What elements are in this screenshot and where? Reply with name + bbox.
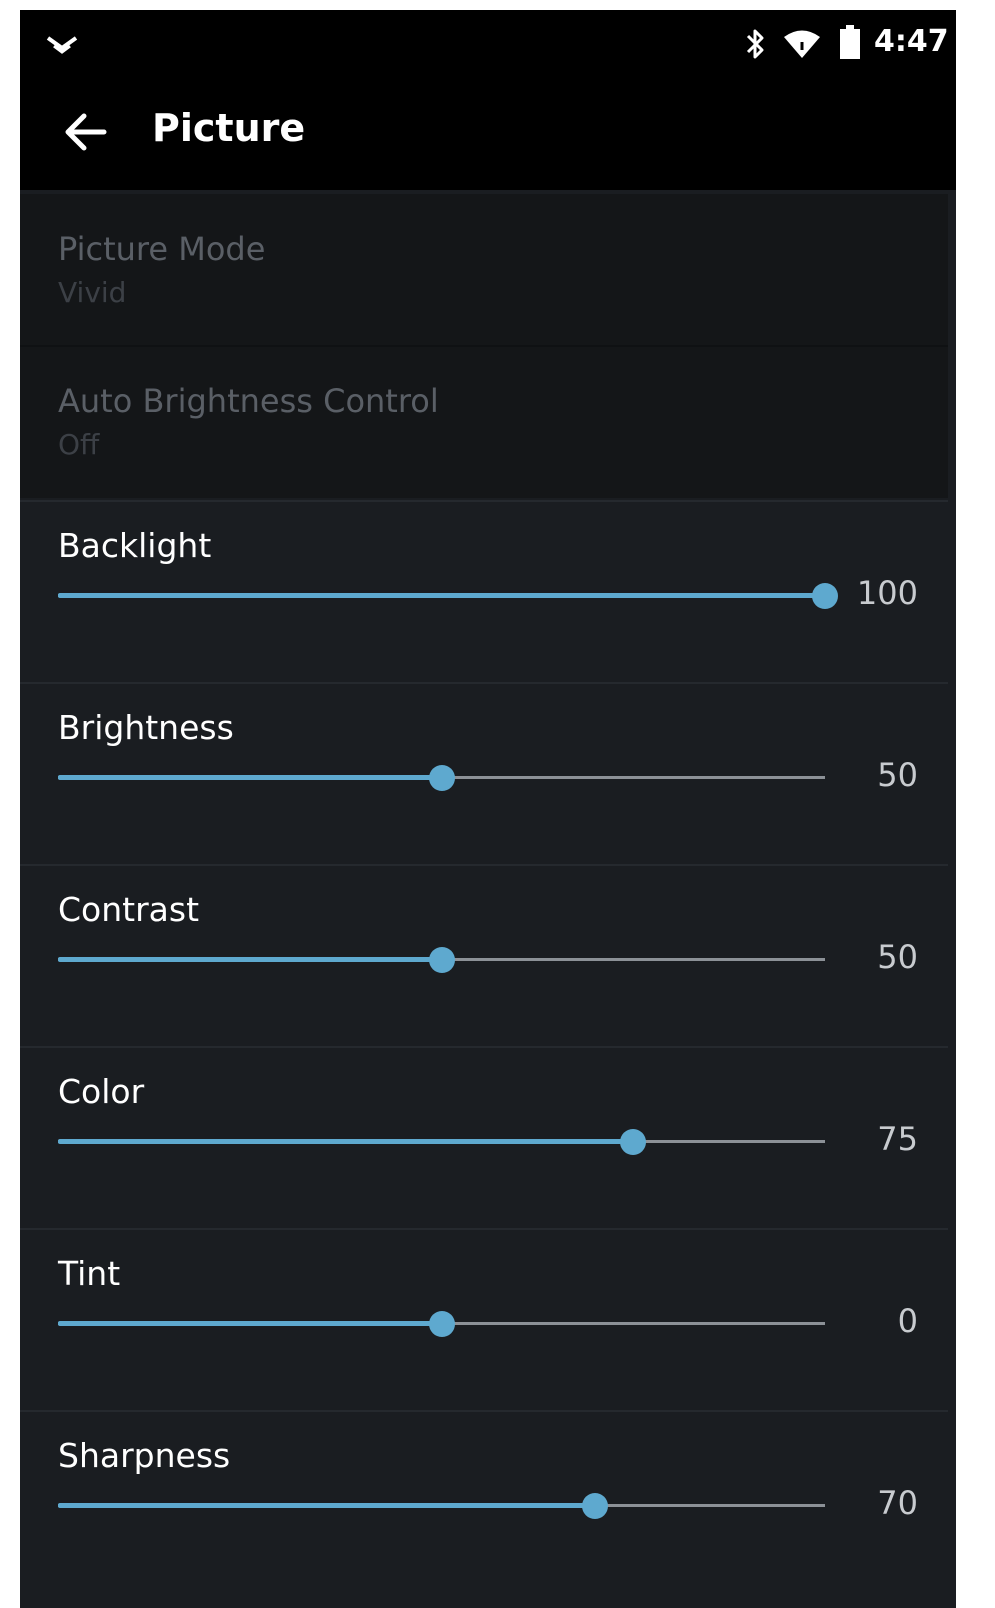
bluetooth-icon bbox=[746, 29, 764, 59]
slider-value: 100 bbox=[856, 574, 918, 612]
slider-value: 0 bbox=[897, 1302, 918, 1340]
slider-row-tint: Tint 0 bbox=[20, 1228, 948, 1410]
picture-mode-item: Picture Mode Vivid bbox=[20, 194, 948, 346]
slider-thumb[interactable] bbox=[620, 1129, 647, 1155]
slider-label: Sharpness bbox=[58, 1436, 231, 1475]
slider-value: 70 bbox=[877, 1484, 918, 1522]
slider-label: Backlight bbox=[58, 526, 212, 565]
slider-track[interactable] bbox=[58, 1129, 825, 1155]
slider-track[interactable] bbox=[58, 583, 838, 609]
slider-track[interactable] bbox=[58, 1311, 825, 1337]
slider-row-color: Color 75 bbox=[20, 1046, 948, 1228]
status-time: 4:47 bbox=[874, 24, 949, 59]
slider-fill bbox=[58, 1321, 442, 1326]
slider-thumb[interactable] bbox=[812, 583, 838, 609]
slider-row-sharpness: Sharpness 70 bbox=[20, 1410, 948, 1592]
slider-label: Tint bbox=[58, 1254, 121, 1293]
slider-fill bbox=[58, 775, 442, 780]
slider-fill bbox=[58, 1139, 634, 1144]
auto-brightness-item: Auto Brightness Control Off bbox=[20, 346, 948, 498]
picture-mode-title: Picture Mode bbox=[58, 230, 266, 268]
picture-mode-value: Vivid bbox=[58, 276, 127, 309]
battery-icon bbox=[840, 25, 860, 59]
slider-fill bbox=[58, 957, 442, 962]
status-bar: 4:47 bbox=[20, 10, 956, 74]
slider-value: 50 bbox=[877, 938, 918, 976]
slider-thumb[interactable] bbox=[581, 1493, 608, 1519]
slider-thumb[interactable] bbox=[428, 947, 455, 973]
slider-row-backlight: Backlight 100 bbox=[20, 500, 948, 682]
slider-track[interactable] bbox=[58, 1493, 825, 1519]
slider-track[interactable] bbox=[58, 947, 825, 973]
auto-brightness-title: Auto Brightness Control bbox=[58, 382, 439, 420]
slider-row-contrast: Contrast 50 bbox=[20, 864, 948, 1046]
slider-thumb[interactable] bbox=[428, 1311, 455, 1337]
phone-screen: 4:47 Picture Picture Mode Vivid Auto Bri… bbox=[20, 10, 956, 1608]
slider-label: Color bbox=[58, 1072, 145, 1111]
auto-brightness-value: Off bbox=[58, 428, 100, 461]
slider-label: Contrast bbox=[58, 890, 200, 929]
app-bar: Picture bbox=[20, 74, 956, 190]
slider-value: 50 bbox=[877, 756, 918, 794]
slider-label: Brightness bbox=[58, 708, 234, 747]
dropdown-icon bbox=[46, 36, 78, 54]
page-title: Picture bbox=[152, 106, 306, 150]
slider-row-brightness: Brightness 50 bbox=[20, 682, 948, 864]
slider-fill bbox=[58, 593, 825, 598]
wifi-icon bbox=[784, 30, 820, 58]
slider-fill bbox=[58, 1503, 595, 1508]
slider-thumb[interactable] bbox=[428, 765, 455, 791]
back-arrow-icon[interactable] bbox=[60, 110, 110, 154]
disabled-settings: Picture Mode Vivid Auto Brightness Contr… bbox=[20, 194, 948, 498]
slider-value: 75 bbox=[877, 1120, 918, 1158]
slider-track[interactable] bbox=[58, 765, 825, 791]
